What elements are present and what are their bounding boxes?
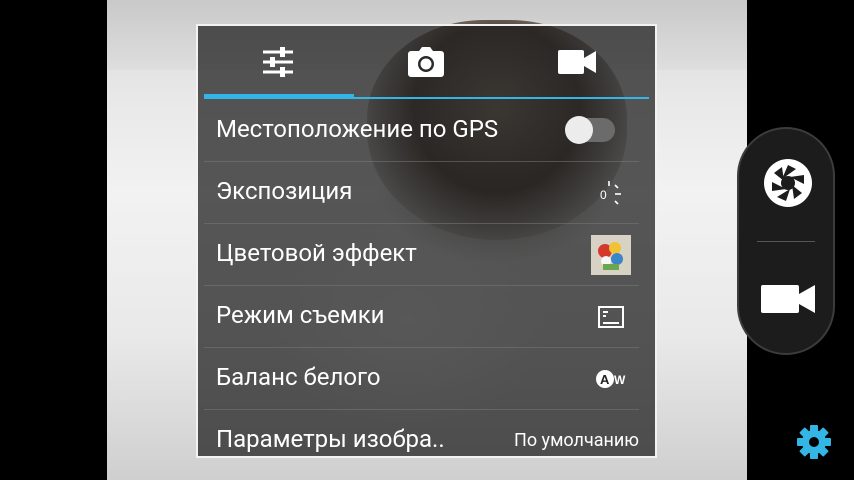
tab-settings[interactable] bbox=[258, 44, 298, 80]
setting-row-color-effect[interactable]: Цветовой эффект bbox=[204, 223, 639, 286]
sliders-icon bbox=[263, 47, 293, 77]
color-effect-label: Цветовой эффект bbox=[216, 239, 417, 267]
shutter-button[interactable] bbox=[762, 157, 814, 209]
exposure-icon: 0 bbox=[591, 173, 631, 213]
setting-row-exposure[interactable]: Экспозиция 0 bbox=[204, 161, 639, 224]
gps-toggle-knob bbox=[565, 116, 593, 144]
svg-text:0: 0 bbox=[600, 188, 607, 202]
tab-camera[interactable] bbox=[406, 44, 446, 80]
image-params-value: По умолчанию bbox=[513, 430, 639, 451]
setting-row-gps[interactable]: Местоположение по GPS bbox=[204, 99, 639, 162]
shutter-icon bbox=[764, 159, 812, 207]
white-balance-label: Баланс белого bbox=[216, 363, 381, 391]
setting-row-scene-mode[interactable]: Режим съемки bbox=[204, 285, 639, 348]
auto-white-balance-icon: A W bbox=[591, 359, 631, 399]
gps-toggle[interactable] bbox=[565, 116, 615, 144]
gps-label: Местоположение по GPS bbox=[216, 115, 499, 143]
exposure-label: Экспозиция bbox=[216, 177, 353, 205]
tab-video[interactable] bbox=[557, 44, 597, 80]
setting-row-white-balance[interactable]: Баланс белого A W bbox=[204, 347, 639, 410]
settings-tab-bar bbox=[198, 26, 655, 99]
color-effect-thumbnail-icon bbox=[591, 235, 631, 275]
setting-row-image-params[interactable]: Параметры изобра.. По умолчанию bbox=[204, 409, 639, 456]
svg-text:A: A bbox=[600, 372, 610, 387]
camera-control-panel bbox=[737, 127, 835, 355]
scene-mode-icon bbox=[591, 297, 631, 337]
video-camera-icon bbox=[761, 285, 815, 313]
record-video-button[interactable] bbox=[761, 283, 817, 323]
gear-icon bbox=[797, 425, 831, 459]
settings-gear-button[interactable] bbox=[795, 423, 833, 461]
image-params-label: Параметры изобра.. bbox=[216, 425, 445, 453]
camera-settings-popup: Местоположение по GPS Экспозиция 0 Цвето… bbox=[196, 24, 657, 458]
video-camera-icon bbox=[558, 50, 596, 74]
control-panel-divider bbox=[757, 241, 815, 242]
camera-icon bbox=[408, 47, 444, 77]
scene-mode-label: Режим съемки bbox=[216, 301, 385, 329]
svg-text:W: W bbox=[614, 373, 626, 387]
